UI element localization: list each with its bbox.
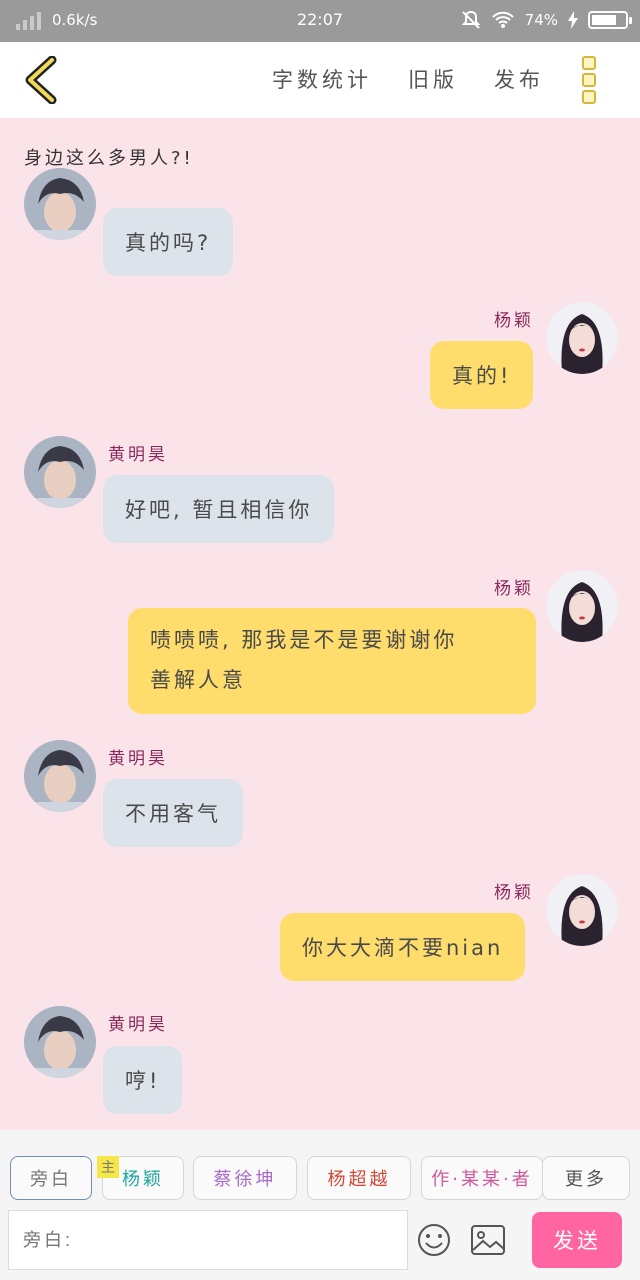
back-icon[interactable] [20,56,64,104]
message-bubble-right: 啧啧啧, 那我是不是要谢谢你 善解人意 [128,608,536,714]
status-bar: 0.6k/s 22:07 74% [0,0,640,42]
avatar-yang[interactable] [546,570,618,642]
chat-area[interactable]: 身边这么多男人?! 真的吗? 杨颖 真的! 黄明昊 好吧, 暂且相信你 杨颖 啧… [0,118,640,1130]
message-bubble-left: 好吧, 暂且相信你 [103,475,335,543]
sender-name: 黄明昊 [108,749,168,769]
emoji-icon[interactable] [416,1222,452,1258]
avatar-huang[interactable] [24,168,96,240]
old-version-button[interactable]: 旧版 [408,64,458,94]
message-bubble-left: 哼! [103,1046,183,1114]
send-button[interactable]: 发送 [532,1212,622,1268]
message-bubble-left: 真的吗? [103,208,234,276]
message-bubble-right: 你大大滴不要nian [280,913,526,981]
composer: 旁白 杨颖 主 蔡徐坤 杨超越 作·某某·者 更多 发送 [0,1130,640,1280]
wifi-icon [491,11,514,28]
sender-name: 黄明昊 [108,1015,168,1035]
role-chip-yang-chaoyue[interactable]: 杨超越 [307,1156,411,1200]
battery-icon [588,11,632,29]
sender-name: 杨颖 [494,579,534,599]
narration-text: 身边这么多男人?! [24,148,194,169]
main-character-badge: 主 [97,1156,119,1178]
message-input[interactable] [8,1210,408,1270]
avatar-yang[interactable] [546,874,618,946]
avatar-huang[interactable] [24,1006,96,1078]
role-chip-cai-xukun[interactable]: 蔡徐坤 [193,1156,297,1200]
charging-icon [568,11,578,29]
sender-name: 杨颖 [494,883,534,903]
message-bubble-right: 真的! [430,341,534,409]
message-line: 善解人意 [150,668,246,692]
avatar-yang[interactable] [546,302,618,374]
sender-name: 杨颖 [494,311,534,331]
image-icon[interactable] [470,1224,506,1256]
avatar-huang[interactable] [24,740,96,812]
more-roles-button[interactable]: 更多 [542,1156,630,1200]
top-bar: 字数统计 旧版 发布 [0,42,640,118]
role-chip-author[interactable]: 作·某某·者 [421,1156,543,1200]
mute-bell-icon [461,10,481,29]
more-menu-icon[interactable] [582,56,598,104]
battery-percent: 74% [524,11,558,29]
avatar-huang[interactable] [24,436,96,508]
sender-name: 黄明昊 [108,445,168,465]
publish-button[interactable]: 发布 [494,64,544,94]
word-count-button[interactable]: 字数统计 [272,64,372,94]
message-bubble-left: 不用客气 [103,779,243,847]
role-chip-narrator[interactable]: 旁白 [10,1156,92,1200]
message-line: 啧啧啧, 那我是不是要谢谢你 [150,628,458,652]
